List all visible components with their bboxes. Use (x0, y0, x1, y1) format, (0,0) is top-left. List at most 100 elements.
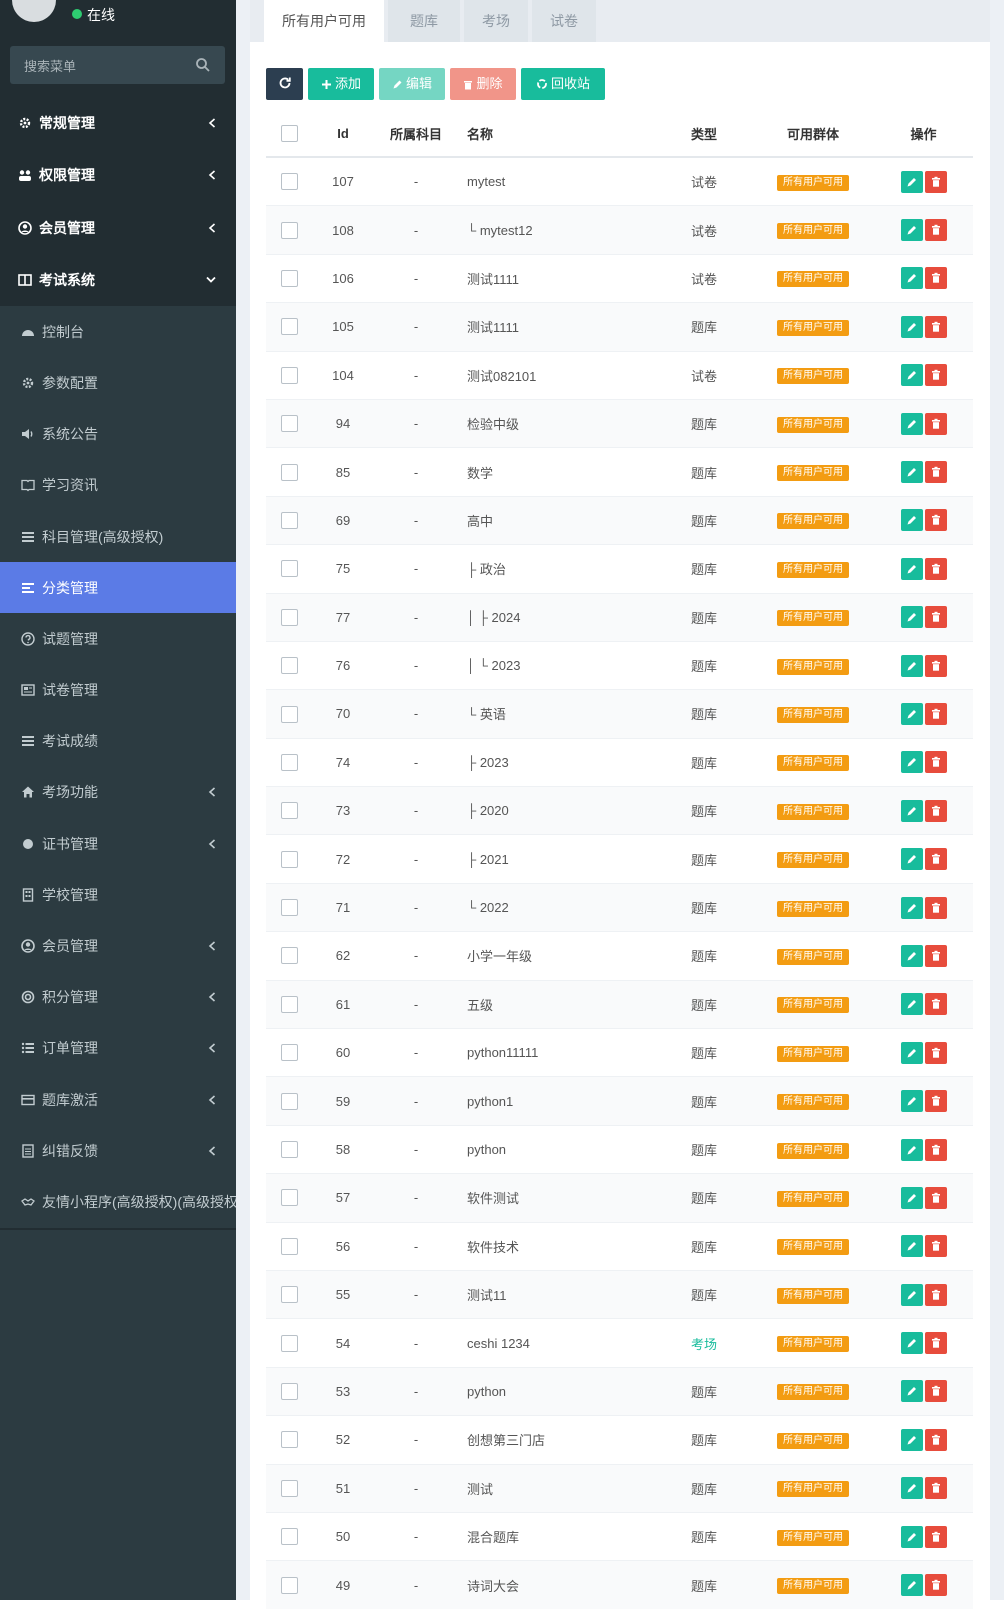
row-delete-button[interactable] (924, 1525, 947, 1548)
row-edit-button[interactable] (900, 1428, 923, 1451)
row-edit-button[interactable] (900, 944, 923, 967)
table-row[interactable]: 56- 软件技术 题库 所有用户可用 (266, 1221, 973, 1271)
table-row[interactable]: 76- │ └ 2023 题库 所有用户可用 (266, 640, 973, 690)
row-checkbox[interactable] (281, 608, 298, 626)
sidebar-item-12[interactable]: 考试成绩 (0, 715, 236, 767)
table-row[interactable]: 59- python1 题库 所有用户可用 (266, 1076, 973, 1126)
table-row[interactable]: 58- python 题库 所有用户可用 (266, 1124, 973, 1174)
row-delete-button[interactable] (924, 364, 947, 387)
row-delete-button[interactable] (924, 557, 947, 580)
row-delete-button[interactable] (924, 1090, 947, 1113)
row-checkbox[interactable] (281, 1141, 298, 1159)
add-button[interactable]: 添加 (308, 68, 374, 100)
row-delete-button[interactable] (924, 219, 947, 242)
row-checkbox[interactable] (281, 1044, 298, 1062)
tab-exam-room[interactable]: 考场 (464, 0, 528, 42)
row-checkbox[interactable] (281, 511, 298, 529)
sidebar-item-17[interactable]: 积分管理 (0, 971, 236, 1023)
recycle-bin-button[interactable]: 回收站 (521, 68, 605, 100)
row-checkbox[interactable] (281, 1237, 298, 1255)
row-delete-button[interactable] (924, 267, 947, 290)
row-edit-button[interactable] (900, 364, 923, 387)
tab-exam-paper[interactable]: 试卷 (532, 0, 596, 42)
row-checkbox[interactable] (281, 850, 298, 868)
row-checkbox[interactable] (281, 463, 298, 481)
row-delete-button[interactable] (924, 848, 947, 871)
row-edit-button[interactable] (900, 1332, 923, 1355)
table-row[interactable]: 74- ├ 2023 题库 所有用户可用 (266, 737, 973, 787)
sidebar-item-20[interactable]: 纠错反馈 (0, 1125, 236, 1177)
row-delete-button[interactable] (924, 1477, 947, 1500)
row-edit-button[interactable] (900, 1186, 923, 1209)
table-row[interactable]: 55- 测试11 题库 所有用户可用 (266, 1269, 973, 1319)
table-row[interactable]: 52- 创想第三门店 题库 所有用户可用 (266, 1415, 973, 1465)
avatar[interactable] (12, 0, 56, 22)
table-row[interactable]: 73- ├ 2020 题库 所有用户可用 (266, 786, 973, 835)
row-edit-button[interactable] (900, 799, 923, 822)
table-row[interactable]: 51- 测试 题库 所有用户可用 (266, 1463, 973, 1513)
row-edit-button[interactable] (900, 1235, 923, 1258)
refresh-button[interactable] (266, 68, 303, 100)
table-row[interactable]: 106- 测试1111 试卷 所有用户可用 (266, 253, 973, 303)
row-checkbox[interactable] (281, 802, 298, 820)
table-row[interactable]: 105- 测试1111 题库 所有用户可用 (266, 302, 973, 352)
tab-all-users[interactable]: 所有用户可用 (264, 0, 384, 42)
row-edit-button[interactable] (900, 412, 923, 435)
row-checkbox[interactable] (281, 753, 298, 771)
delete-button[interactable]: 删除 (450, 68, 516, 100)
row-delete-button[interactable] (924, 1138, 947, 1161)
row-checkbox[interactable] (281, 270, 298, 287)
row-edit-button[interactable] (900, 1090, 923, 1113)
row-delete-button[interactable] (924, 799, 947, 822)
row-delete-button[interactable] (924, 1380, 947, 1403)
row-edit-button[interactable] (900, 509, 923, 532)
table-row[interactable]: 49- 诗词大会 题库 所有用户可用 (266, 1560, 973, 1609)
row-delete-button[interactable] (924, 170, 947, 193)
row-edit-button[interactable] (900, 1477, 923, 1500)
row-delete-button[interactable] (924, 1428, 947, 1451)
table-row[interactable]: 107- mytest 试卷 所有用户可用 (266, 156, 973, 206)
row-edit-button[interactable] (900, 896, 923, 919)
row-edit-button[interactable] (900, 1041, 923, 1064)
row-delete-button[interactable] (924, 1332, 947, 1355)
row-checkbox[interactable] (281, 1092, 298, 1110)
row-checkbox[interactable] (281, 1576, 298, 1594)
row-checkbox[interactable] (281, 560, 298, 578)
row-checkbox[interactable] (281, 1431, 298, 1449)
table-row[interactable]: 71- └ 2022 题库 所有用户可用 (266, 882, 973, 932)
row-edit-button[interactable] (900, 751, 923, 774)
row-edit-button[interactable] (900, 219, 923, 242)
sidebar-item-9[interactable]: 分类管理 (0, 562, 236, 614)
row-delete-button[interactable] (924, 606, 947, 629)
table-row[interactable]: 69- 高中 题库 所有用户可用 (266, 495, 973, 545)
row-delete-button[interactable] (924, 654, 947, 677)
table-row[interactable]: 104- 测试082101 试卷 所有用户可用 (266, 350, 973, 400)
row-delete-button[interactable] (924, 993, 947, 1016)
row-checkbox[interactable] (281, 657, 298, 675)
sidebar-item-7[interactable]: 学习资讯 (0, 459, 236, 511)
row-checkbox[interactable] (281, 221, 298, 239)
row-checkbox[interactable] (281, 1528, 298, 1546)
row-edit-button[interactable] (900, 170, 923, 193)
sidebar-item-19[interactable]: 题库激活 (0, 1074, 236, 1126)
sidebar-item-14[interactable]: 证书管理 (0, 818, 236, 870)
row-delete-button[interactable] (924, 944, 947, 967)
row-edit-button[interactable] (900, 1574, 923, 1597)
table-row[interactable]: 50- 混合题库 题库 所有用户可用 (266, 1511, 973, 1561)
table-row[interactable]: 75- ├ 政治 题库 所有用户可用 (266, 544, 973, 594)
row-edit-button[interactable] (900, 702, 923, 725)
sidebar-item-0[interactable]: 常规管理 (0, 97, 236, 149)
table-row[interactable]: 62- 小学一年级 题库 所有用户可用 (266, 931, 973, 981)
sidebar-item-13[interactable]: 考场功能 (0, 766, 236, 819)
row-delete-button[interactable] (924, 702, 947, 725)
table-row[interactable]: 61- 五级 题库 所有用户可用 (266, 979, 973, 1029)
row-delete-button[interactable] (924, 751, 947, 774)
sidebar-item-1[interactable]: 权限管理 (0, 149, 236, 201)
row-delete-button[interactable] (924, 412, 947, 435)
row-edit-button[interactable] (900, 461, 923, 484)
row-checkbox[interactable] (281, 1382, 298, 1400)
row-delete-button[interactable] (924, 1186, 947, 1209)
sidebar-item-18[interactable]: 订单管理 (0, 1022, 236, 1074)
row-checkbox[interactable] (281, 318, 298, 336)
row-checkbox[interactable] (281, 1479, 298, 1497)
